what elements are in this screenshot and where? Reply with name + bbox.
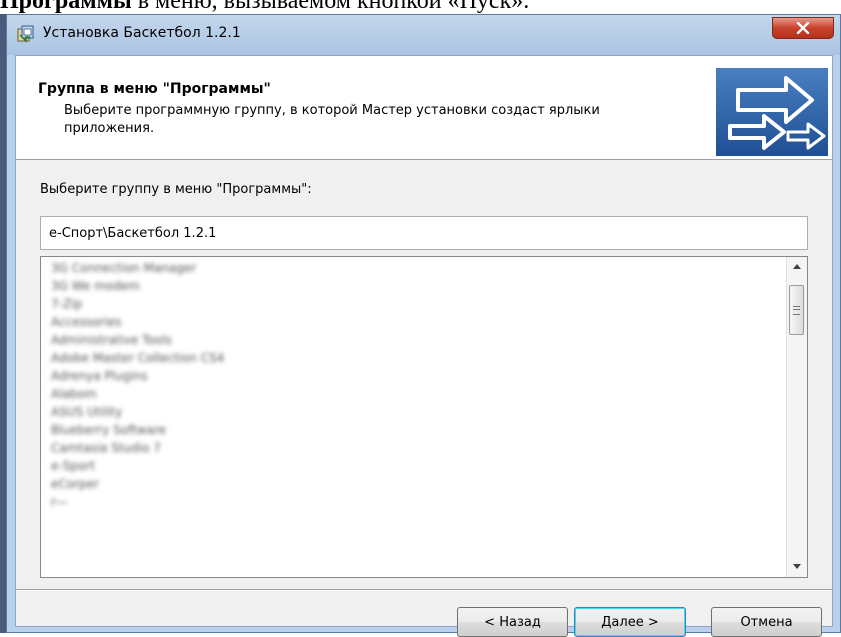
list-item[interactable]: 7-Zip xyxy=(51,295,771,313)
document-text-rest: в меню, вызываемом кнопкой «Пуск». xyxy=(131,0,530,14)
program-groups-items: 3G Connection Manager 3G We modem 7-Zip … xyxy=(51,259,771,511)
arrows-logo-icon xyxy=(716,68,828,156)
program-groups-list[interactable]: 3G Connection Manager 3G We modem 7-Zip … xyxy=(40,256,808,578)
scroll-up-icon xyxy=(793,262,801,272)
installer-icon xyxy=(17,25,35,43)
list-item[interactable]: e-Sport xyxy=(51,457,771,475)
list-item[interactable]: 3G We modem xyxy=(51,277,771,295)
scroll-grip-icon xyxy=(793,305,800,315)
list-item[interactable]: Blueberry Software xyxy=(51,421,771,439)
program-group-input[interactable] xyxy=(40,216,808,250)
list-item[interactable]: Accessories xyxy=(51,313,771,331)
list-item[interactable]: Administrative Tools xyxy=(51,331,771,349)
wizard-header: Группа в меню "Программы" Выберите прогр… xyxy=(16,56,832,160)
scroll-up-button[interactable] xyxy=(787,257,807,277)
window-title: Установка Баскетбол 1.2.1 xyxy=(43,25,241,41)
close-icon xyxy=(796,19,810,38)
document-text: Программы в меню, вызываемом кнопкой «Пу… xyxy=(0,0,841,14)
title-bar[interactable]: Установка Баскетбол 1.2.1 xyxy=(7,15,840,55)
header-title: Группа в меню "Программы" xyxy=(38,81,271,97)
scroll-thumb[interactable] xyxy=(789,285,804,335)
document-text-bold: Программы xyxy=(0,0,132,14)
list-item[interactable]: Adobe Master Collection CS4 xyxy=(51,349,771,367)
vertical-scrollbar[interactable] xyxy=(786,257,807,577)
list-item[interactable]: Alabom xyxy=(51,385,771,403)
scroll-down-button[interactable] xyxy=(787,557,807,577)
dialog-client-area: Группа в меню "Программы" Выберите прогр… xyxy=(15,55,833,637)
footer-separator xyxy=(16,589,832,591)
list-item[interactable]: eCorper xyxy=(51,475,771,493)
list-item[interactable]: ASUS Utility xyxy=(51,403,771,421)
list-item[interactable]: Adrenya Plugins xyxy=(51,367,771,385)
header-subtitle: Выберите программную группу, в которой М… xyxy=(64,103,600,136)
list-item[interactable]: r— xyxy=(51,493,771,511)
group-prompt-label: Выберите группу в меню "Программы": xyxy=(40,182,312,197)
close-button[interactable] xyxy=(772,17,834,39)
list-item[interactable]: 3G Connection Manager xyxy=(51,259,771,277)
installer-window: Установка Баскетбол 1.2.1 Группа в меню … xyxy=(6,14,841,637)
scroll-down-icon xyxy=(793,562,801,572)
list-item[interactable]: Camtasia Studio 7 xyxy=(51,439,771,457)
